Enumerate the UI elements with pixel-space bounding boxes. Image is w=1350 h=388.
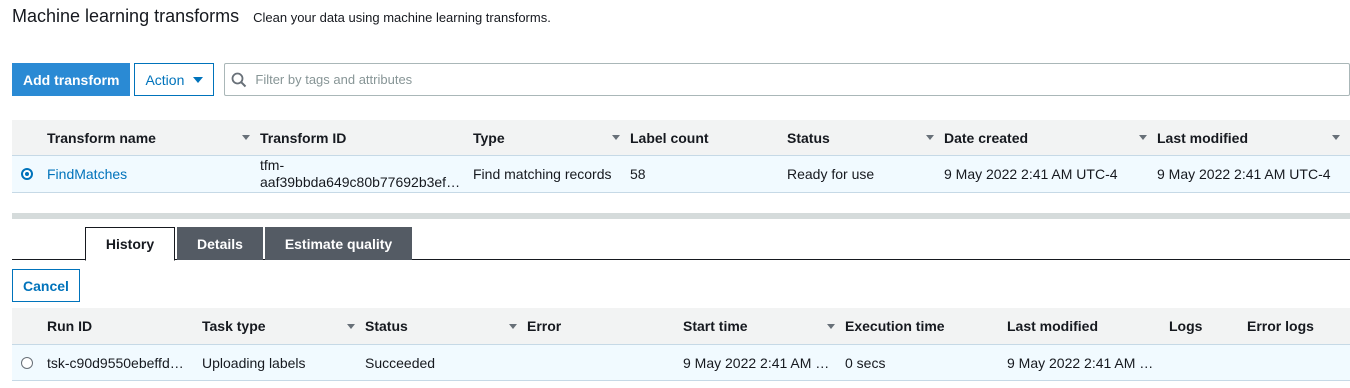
column-header-transform-name[interactable]: Transform name (47, 120, 260, 155)
column-header-label: Start time (683, 318, 748, 334)
column-header-error-logs: Error logs (1247, 308, 1350, 344)
column-header-error: Error (527, 308, 683, 344)
column-header-label: Last modified (1007, 318, 1099, 334)
sort-caret-icon[interactable] (347, 323, 355, 329)
select-column-header (12, 308, 47, 344)
table-row[interactable]: tsk-c90d9550ebeffd… Uploading labels Suc… (12, 344, 1350, 381)
action-label: Action (145, 71, 185, 88)
column-header-last-modified: Last modified (1007, 308, 1169, 344)
column-header-label: Logs (1169, 318, 1203, 334)
page-title: Machine learning transforms (12, 6, 240, 26)
radio-button-selected[interactable] (21, 168, 33, 180)
label-count-cell: 58 (630, 156, 787, 192)
filter-search-box[interactable] (224, 63, 1350, 96)
task-type-value: Uploading labels (202, 354, 306, 371)
select-column-header (12, 120, 47, 155)
type-cell: Find matching records (473, 156, 630, 192)
column-header-label: Status (365, 318, 408, 334)
logs-cell (1169, 345, 1247, 380)
row-select-cell[interactable] (12, 345, 47, 380)
column-header-status[interactable]: Status (787, 120, 944, 155)
chevron-down-icon (193, 76, 204, 83)
tab-history[interactable]: History (85, 227, 175, 261)
filter-input[interactable] (253, 71, 1349, 88)
column-header-label: Run ID (47, 318, 93, 334)
column-header-label: Task type (202, 318, 266, 334)
status-cell: Ready for use (787, 156, 944, 192)
sort-caret-icon[interactable] (926, 135, 934, 140)
search-icon (231, 72, 247, 87)
history-table-header: Run ID Task type Status Error Start time… (12, 308, 1350, 344)
column-header-label: Execution time (845, 318, 945, 334)
radio-button[interactable] (21, 356, 33, 369)
sort-caret-icon[interactable] (242, 135, 250, 140)
column-header-type[interactable]: Type (473, 120, 630, 155)
column-header-execution-time: Execution time (845, 308, 1007, 344)
sort-caret-icon[interactable] (509, 323, 517, 329)
last-modified-value: 9 May 2022 2:41 AM … (1007, 354, 1154, 371)
column-header-label: Last modified (1157, 129, 1249, 146)
execution-time-value: 0 secs (845, 354, 886, 371)
column-header-start-time[interactable]: Start time (683, 308, 845, 344)
column-header-label: Type (473, 129, 505, 146)
row-select-cell[interactable] (12, 156, 47, 192)
add-transform-button[interactable]: Add transform (12, 63, 131, 96)
column-header-label: Status (787, 129, 830, 146)
transform-id-cell: tfm- aaf39bbda649c80b77692b3ef… (260, 156, 473, 192)
column-header-label: Transform ID (260, 129, 347, 146)
transform-name-cell[interactable]: FindMatches (47, 156, 260, 192)
sort-caret-icon[interactable] (827, 323, 835, 329)
run-id-cell: tsk-c90d9550ebeffd… (47, 345, 202, 380)
column-header-label-count: Label count (630, 120, 787, 155)
page-description: Clean your data using machine learning t… (253, 10, 551, 25)
toolbar: Add transform Action (12, 63, 1350, 96)
table-row[interactable]: FindMatches tfm- aaf39bbda649c80b77692b3… (12, 155, 1350, 193)
sort-caret-icon[interactable] (612, 135, 620, 140)
date-created-cell: 9 May 2022 2:41 AM UTC-4 (944, 156, 1157, 192)
column-header-label: Error logs (1247, 318, 1314, 334)
task-type-cell: Uploading labels (202, 345, 365, 380)
label-count-value: 58 (630, 166, 646, 182)
page-header: Machine learning transforms Clean your d… (12, 6, 551, 27)
transform-id-line2: aaf39bbda649c80b77692b3ef… (260, 174, 461, 190)
column-header-transform-id: Transform ID (260, 120, 473, 155)
start-time-value: 9 May 2022 2:41 AM … (683, 354, 830, 371)
column-header-logs: Logs (1169, 308, 1247, 344)
column-header-status[interactable]: Status (365, 308, 527, 344)
action-dropdown-button[interactable]: Action (134, 63, 215, 96)
column-header-last-modified[interactable]: Last modified (1157, 120, 1350, 155)
last-modified-cell: 9 May 2022 2:41 AM … (1007, 345, 1169, 380)
sort-caret-icon[interactable] (1139, 135, 1147, 140)
error-cell (527, 345, 683, 380)
error-logs-cell (1247, 345, 1350, 380)
column-header-run-id: Run ID (47, 308, 202, 344)
type-value: Find matching records (473, 166, 612, 182)
column-header-label: Label count (630, 129, 709, 146)
tab-details[interactable]: Details (177, 227, 263, 260)
column-header-task-type[interactable]: Task type (202, 308, 365, 344)
status-value: Ready for use (787, 166, 875, 182)
transforms-table-header: Transform name Transform ID Type Label c… (12, 120, 1350, 155)
column-header-date-created[interactable]: Date created (944, 120, 1157, 155)
transform-id-line1: tfm- (260, 157, 285, 173)
date-created-value: 9 May 2022 2:41 AM UTC-4 (944, 166, 1118, 182)
status-value: Succeeded (365, 354, 436, 371)
last-modified-value: 9 May 2022 2:41 AM UTC-4 (1157, 166, 1331, 182)
detail-tabs: History Details Estimate quality (12, 227, 1350, 261)
sort-caret-icon[interactable] (1332, 135, 1340, 140)
cancel-button[interactable]: Cancel (12, 269, 80, 302)
column-header-label: Transform name (47, 129, 156, 146)
column-header-label: Error (527, 318, 562, 334)
execution-time-cell: 0 secs (845, 345, 1007, 380)
status-cell: Succeeded (365, 345, 527, 380)
last-modified-cell: 9 May 2022 2:41 AM UTC-4 (1157, 156, 1350, 192)
transform-name-link[interactable]: FindMatches (47, 166, 127, 182)
split-panel-divider[interactable] (12, 213, 1350, 219)
run-id-value: tsk-c90d9550ebeffd… (47, 354, 184, 371)
start-time-cell: 9 May 2022 2:41 AM … (683, 345, 845, 380)
column-header-label: Date created (944, 129, 1029, 146)
tab-estimate-quality[interactable]: Estimate quality (265, 227, 412, 260)
